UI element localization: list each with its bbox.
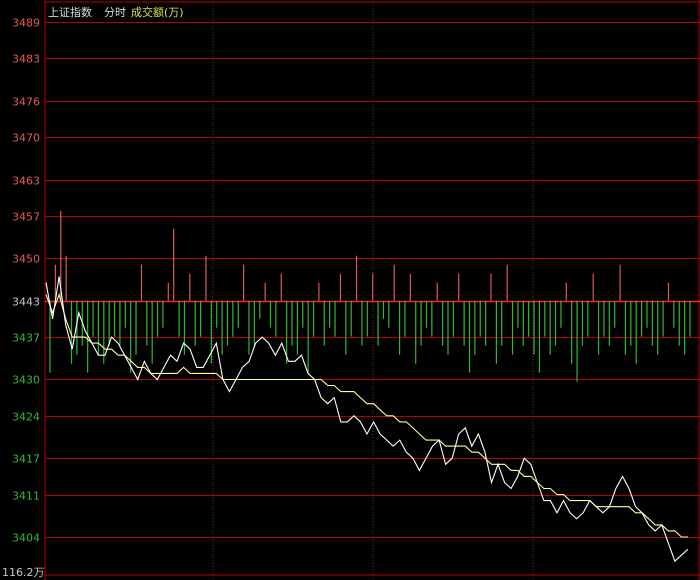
chart-header: 上证指数 分时 成交额(万) [48,5,184,19]
y-tick-label: 3457 [12,211,40,224]
y-tick-label: 3443 [12,296,40,309]
intraday-chart: 3489 3483 3476 3470 3463 3457 3450 3443 3437 3430… [0,0,700,580]
y-tick-label: 3404 [12,532,40,545]
y-tick-label: 3470 [12,132,40,145]
y-tick-label: 3437 [12,332,40,345]
index-name: 上证指数 [48,5,92,19]
y-tick-label: 3476 [12,96,40,109]
y-tick-label: 3483 [12,53,40,66]
y-tick-label: 3463 [12,175,40,188]
y-tick-label: 3411 [12,490,40,503]
y-tick-label: 3424 [12,411,40,424]
y-tick-label: 3450 [12,253,40,266]
y-tick-label: 3489 [12,17,40,30]
bottom-turnover-label: 116.2万 [2,566,45,579]
y-tick-label: 3430 [12,374,40,387]
y-tick-label: 3417 [12,453,40,466]
mode-label[interactable]: 分时 [104,6,126,19]
series-label: 成交额(万) [131,5,184,19]
